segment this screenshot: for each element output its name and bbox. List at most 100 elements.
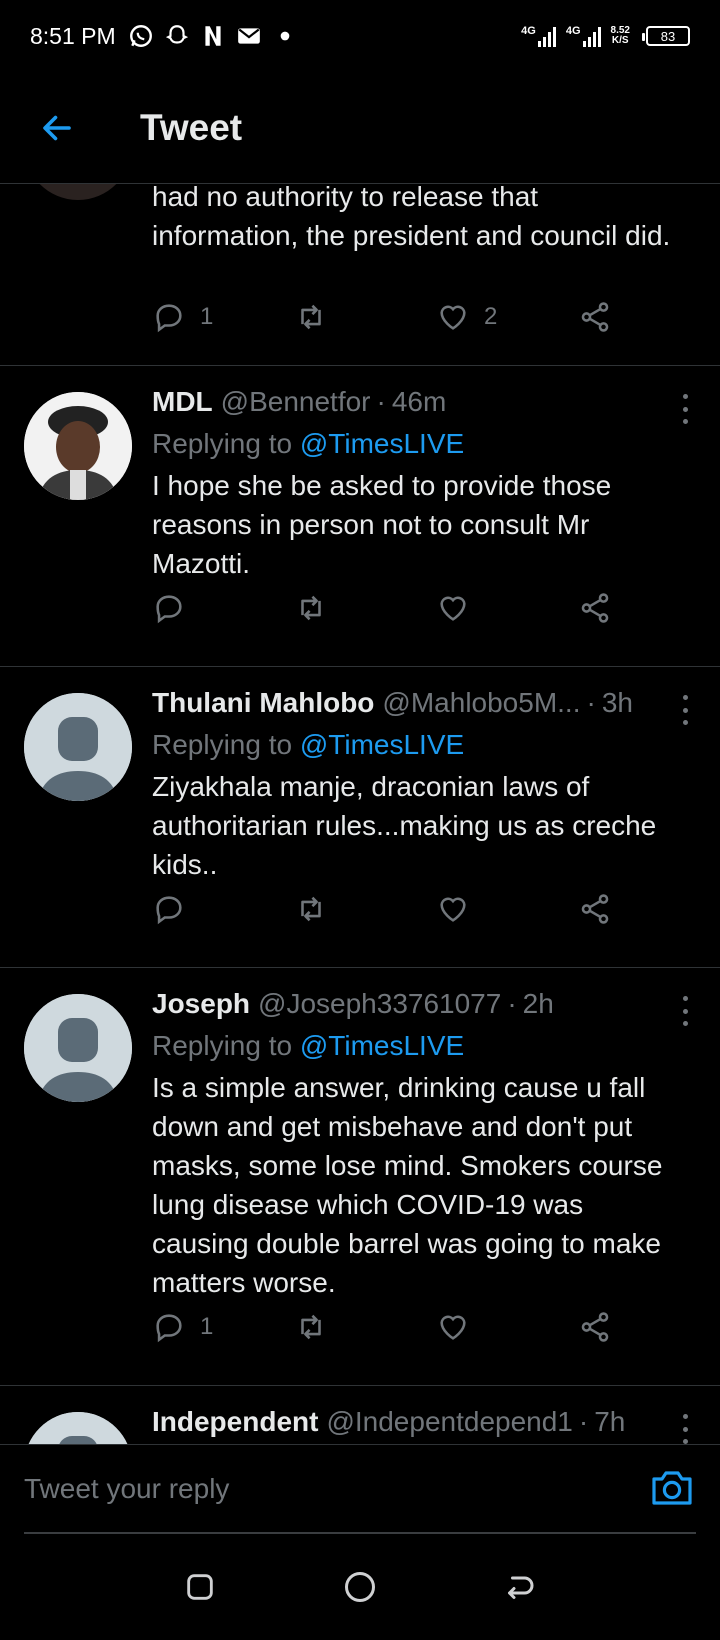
retweet-button[interactable] <box>294 1310 364 1344</box>
snapchat-icon <box>165 25 188 44</box>
default-avatar-icon <box>24 693 132 801</box>
user-handle[interactable]: @Indepentdepend1 <box>326 1406 572 1438</box>
tweet-time: 2h <box>522 988 554 1019</box>
like-button[interactable] <box>436 892 506 926</box>
avatar[interactable] <box>24 693 132 801</box>
user-handle[interactable]: @Mahlobo5M... <box>382 687 580 719</box>
share-button[interactable] <box>578 892 612 926</box>
tweet-meta: Joseph @Joseph33761077 · 2h <box>152 988 684 1020</box>
reply-composer: Tweet your reply <box>0 1444 720 1534</box>
more-options-icon[interactable] <box>680 394 690 424</box>
tweet-text: Ziyakhala manje, draconian laws of autho… <box>152 771 657 880</box>
retweet-button[interactable] <box>294 892 364 926</box>
network-type-1: 4G <box>521 25 536 37</box>
replying-label: Replying to <box>152 428 293 459</box>
tweet-meta: Independent @Indepentdepend1 · 7h <box>152 1406 684 1438</box>
back-arrow-icon <box>508 1576 534 1599</box>
separator-dot: · <box>578 1406 589 1437</box>
page-title: Tweet <box>140 106 243 148</box>
reply-button[interactable]: 1 <box>152 1310 222 1344</box>
separator-dot: · <box>376 386 386 417</box>
tweet[interactable]: Joseph @Joseph33761077 · 2h Replying to … <box>0 968 720 1386</box>
retweet-icon <box>301 1314 321 1340</box>
default-avatar-icon <box>24 994 132 1102</box>
like-button[interactable]: 2 <box>436 300 506 334</box>
reply-icon <box>156 304 182 333</box>
mention-link[interactable]: @TimesLIVE <box>300 428 464 459</box>
display-name[interactable]: Joseph <box>152 988 250 1020</box>
retweet-icon <box>301 304 321 330</box>
like-button[interactable] <box>436 591 506 625</box>
avatar[interactable] <box>24 994 132 1102</box>
tweet[interactable]: Thulani Mahlobo @Mahlobo5M... · 3h Reply… <box>0 667 720 968</box>
separator-dot: · <box>507 988 517 1019</box>
share-button[interactable] <box>578 1310 612 1344</box>
tweet[interactable]: Independent @Indepentdepend1 · 7h <box>0 1386 720 1444</box>
tweet[interactable]: MDL @Bennetfor · 46m Replying to @TimesL… <box>0 366 720 667</box>
display-name[interactable]: Thulani Mahlobo <box>152 687 374 719</box>
signal-1-icon: 4G <box>521 25 556 47</box>
avatar[interactable] <box>24 1412 132 1444</box>
more-options-icon[interactable] <box>680 996 690 1026</box>
more-options-icon[interactable] <box>680 695 690 725</box>
user-handle[interactable]: @Bennetfor <box>221 386 371 418</box>
tweet-time: 3h <box>601 687 633 718</box>
reply-icon <box>156 595 182 624</box>
display-name[interactable]: Independent <box>152 1406 318 1438</box>
netflix-icon <box>205 26 221 46</box>
back-button[interactable] <box>34 105 80 151</box>
tweet[interactable]: had no authority to release that informa… <box>0 184 720 366</box>
retweet-button[interactable] <box>294 591 364 625</box>
share-icon <box>581 1312 609 1342</box>
reply-timeline[interactable]: had no authority to release that informa… <box>0 184 720 1444</box>
mention-link[interactable]: @TimesLIVE <box>300 729 464 760</box>
system-navigation-bar <box>0 1534 720 1640</box>
app-header: Tweet <box>0 72 720 184</box>
tweet-text: Is a simple answer, drinking cause u fal… <box>152 1072 663 1298</box>
heart-icon <box>440 596 466 621</box>
whatsapp-icon <box>129 25 152 47</box>
user-handle[interactable]: @Joseph33761077 <box>258 988 501 1020</box>
reply-input[interactable]: Tweet your reply <box>24 1473 229 1505</box>
like-button[interactable] <box>436 1310 506 1344</box>
battery-level: 83 <box>660 28 676 44</box>
home-button[interactable] <box>340 1567 380 1607</box>
more-options-icon[interactable] <box>680 1414 690 1444</box>
tweet-actions: 1 2 <box>152 300 612 334</box>
circle-icon <box>345 1572 375 1602</box>
replying-label: Replying to <box>152 729 293 760</box>
avatar[interactable] <box>24 392 132 500</box>
replying-label: Replying to <box>152 1030 293 1061</box>
share-icon <box>581 593 609 623</box>
avatar[interactable] <box>24 184 132 200</box>
battery-icon: 83 <box>642 26 690 46</box>
arrow-left-icon <box>43 115 71 140</box>
reply-button[interactable]: 1 <box>152 300 222 334</box>
share-icon <box>581 894 609 924</box>
tweet-actions: 1 <box>152 1310 612 1344</box>
camera-button[interactable] <box>648 1463 696 1511</box>
default-avatar-icon <box>24 1412 132 1444</box>
reply-count: 1 <box>200 303 214 330</box>
reply-button[interactable] <box>152 591 222 625</box>
tweet-meta: Thulani Mahlobo @Mahlobo5M... · 3h <box>152 687 684 719</box>
share-button[interactable] <box>578 300 612 334</box>
status-time: 8:51 PM <box>30 22 116 49</box>
network-speed: 8.52 K/S <box>611 26 630 46</box>
back-nav-button[interactable] <box>500 1567 540 1607</box>
replying-to: Replying to @TimesLIVE <box>152 729 684 761</box>
display-name[interactable]: MDL <box>152 386 213 418</box>
reply-button[interactable] <box>152 892 222 926</box>
tweet-time: 7h <box>594 1406 626 1437</box>
reply-count: 1 <box>200 1313 214 1340</box>
tweet-text: had no authority to release that informa… <box>152 184 671 251</box>
heart-icon <box>440 1315 466 1340</box>
share-button[interactable] <box>578 591 612 625</box>
retweet-button[interactable] <box>294 300 364 334</box>
mention-link[interactable]: @TimesLIVE <box>300 1030 464 1061</box>
heart-icon <box>440 305 466 330</box>
retweet-icon <box>301 595 321 621</box>
tweet-meta: MDL @Bennetfor · 46m <box>152 386 684 418</box>
mail-icon <box>237 28 260 44</box>
recent-apps-button[interactable] <box>180 1567 220 1607</box>
